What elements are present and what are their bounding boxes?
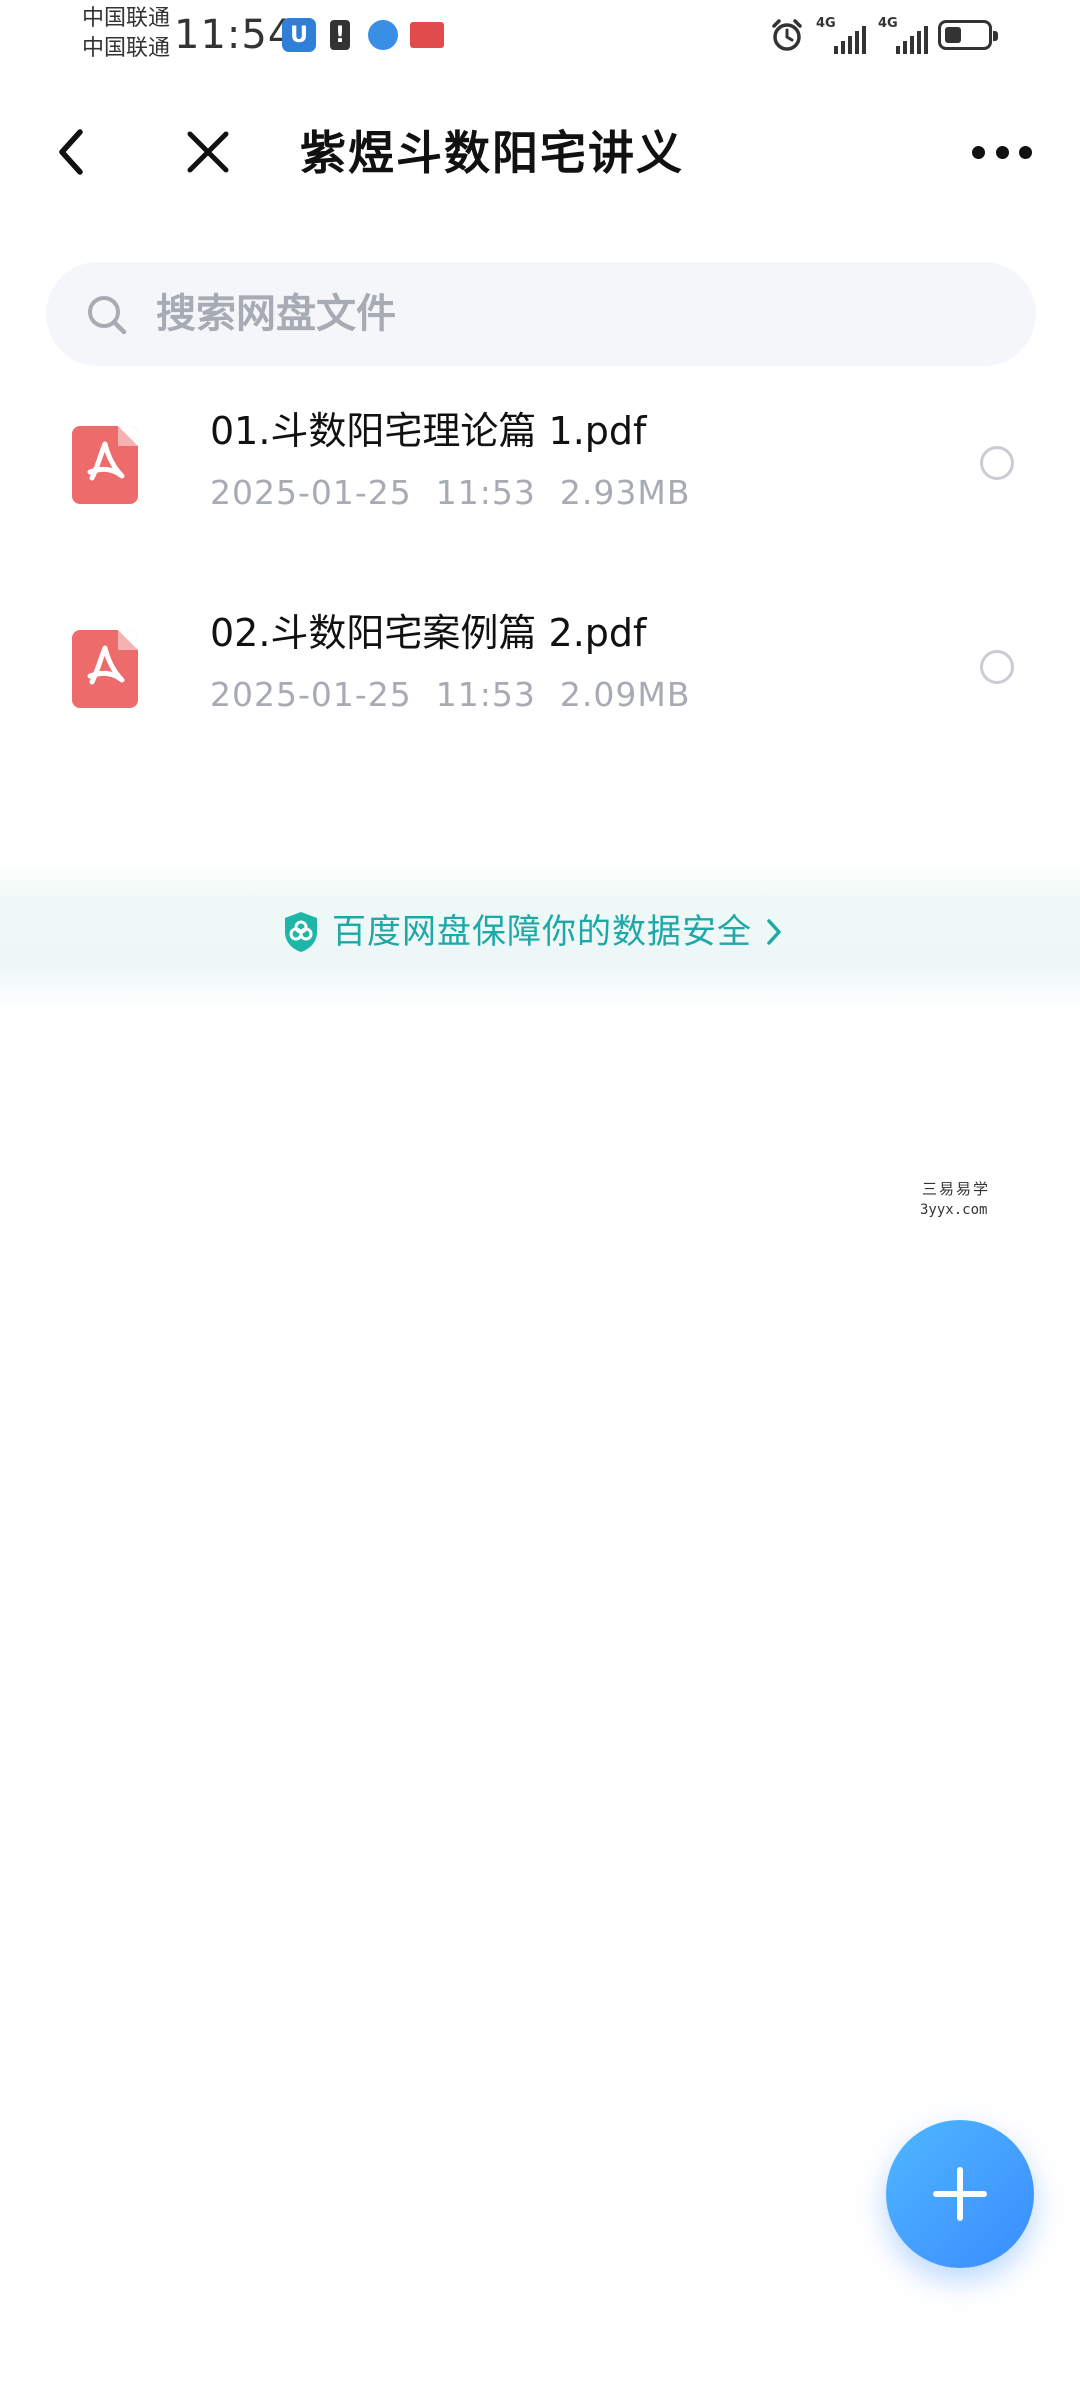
file-date: 2025-01-25 bbox=[210, 473, 412, 512]
select-radio[interactable] bbox=[980, 650, 1014, 684]
select-radio[interactable] bbox=[980, 446, 1014, 480]
file-meta: 2025-01-25 11:53 2.93MB bbox=[210, 470, 714, 516]
network-type-1: 4G bbox=[816, 16, 836, 31]
add-button[interactable] bbox=[886, 2120, 1034, 2268]
file-size: 2.93MB bbox=[559, 473, 691, 512]
app-u-icon: U bbox=[282, 18, 316, 52]
file-time: 11:53 bbox=[435, 675, 536, 714]
close-icon[interactable] bbox=[180, 124, 236, 180]
search-input[interactable] bbox=[156, 284, 976, 344]
file-row[interactable]: 02.斗数阳宅案例篇 2.pdf 2025-01-25 11:53 2.09MB bbox=[0, 584, 1080, 784]
more-icon[interactable] bbox=[972, 140, 1032, 164]
watermark-text: 三易易学 bbox=[922, 1180, 991, 1198]
status-time: 11:54 bbox=[174, 12, 295, 58]
shield-icon bbox=[285, 912, 317, 952]
back-icon[interactable] bbox=[50, 124, 98, 180]
signal-1: 4G bbox=[816, 16, 866, 54]
watermark-url: 3yyx.com bbox=[920, 1202, 988, 1218]
file-date: 2025-01-25 bbox=[210, 675, 412, 714]
file-name: 02.斗数阳宅案例篇 2.pdf bbox=[210, 611, 647, 655]
banner-text: 百度网盘保障你的数据安全 bbox=[332, 912, 752, 952]
file-time: 11:53 bbox=[435, 473, 536, 512]
signal-icon bbox=[834, 26, 866, 54]
page-title: 紫煜斗数阳宅讲义 bbox=[300, 126, 684, 180]
chevron-right-icon bbox=[767, 919, 781, 945]
security-banner[interactable]: 百度网盘保障你的数据安全 bbox=[282, 904, 784, 960]
plus-icon bbox=[933, 2167, 987, 2221]
search-icon bbox=[88, 296, 127, 335]
file-size: 2.09MB bbox=[559, 675, 691, 714]
network-type-2: 4G bbox=[878, 16, 898, 31]
file-name: 01.斗数阳宅理论篇 1.pdf bbox=[210, 409, 647, 453]
notice-icon: ! bbox=[330, 20, 350, 50]
carrier-2: 中国联通 bbox=[82, 36, 171, 61]
signal-icon bbox=[896, 26, 928, 54]
file-row[interactable]: 01.斗数阳宅理论篇 1.pdf 2025-01-25 11:53 2.93MB bbox=[0, 380, 1080, 580]
globe-icon bbox=[368, 20, 398, 50]
battery-icon bbox=[938, 20, 998, 50]
pdf-icon bbox=[72, 426, 138, 504]
alarm-icon bbox=[772, 19, 802, 51]
pdf-icon bbox=[72, 630, 138, 708]
signal-2: 4G bbox=[878, 16, 928, 54]
carrier-1: 中国联通 bbox=[82, 6, 171, 31]
book-icon bbox=[410, 22, 444, 48]
file-meta: 2025-01-25 11:53 2.09MB bbox=[210, 672, 714, 718]
